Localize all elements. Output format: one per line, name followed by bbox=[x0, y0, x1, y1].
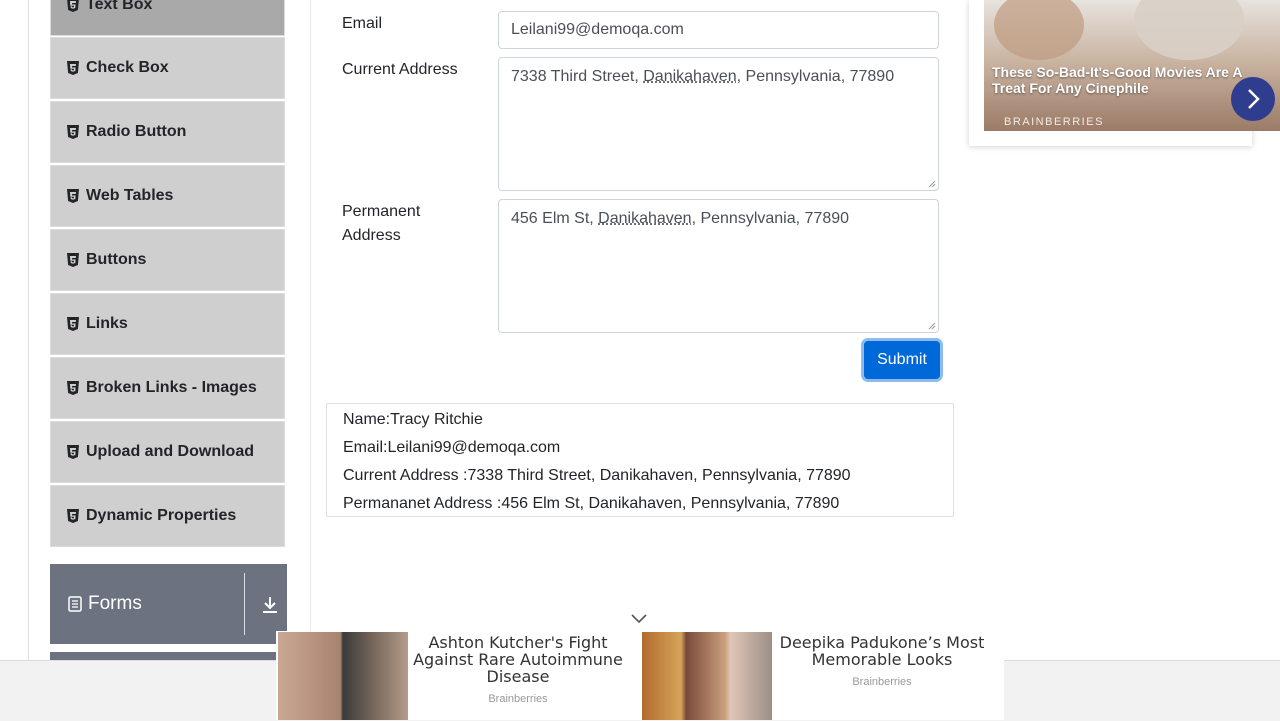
sidebar-group-forms[interactable]: Forms bbox=[50, 564, 287, 644]
email-field[interactable]: Leilani99@demoqa.com bbox=[498, 11, 939, 49]
ad-image-shape bbox=[994, 0, 1084, 60]
ad-card-title: Ashton Kutcher's Fight Against Rare Auto… bbox=[412, 634, 624, 685]
ad-card[interactable]: Ashton Kutcher's Fight Against Rare Auto… bbox=[276, 631, 640, 720]
ad-card-title: Deepika Padukone’s Most Memorable Looks bbox=[776, 634, 988, 668]
output-name: Name:Tracy Ritchie bbox=[343, 406, 953, 434]
ad-card-source: Brainberries bbox=[776, 676, 988, 688]
html5-icon bbox=[66, 381, 80, 395]
output-current-address: Current Address :7338 Third Street, Dani… bbox=[343, 462, 953, 490]
download-icon[interactable] bbox=[259, 594, 281, 616]
permanent-address-city: Danikahaven bbox=[598, 210, 691, 227]
form-icon bbox=[68, 596, 82, 612]
sidebar-item-label: Dynamic Properties bbox=[86, 507, 236, 525]
ad-card-image bbox=[642, 632, 772, 720]
sidebar-item-label: Check Box bbox=[86, 59, 169, 77]
html5-icon bbox=[66, 317, 80, 331]
sidebar-item-label: Upload and Download bbox=[86, 443, 254, 461]
current-address-field[interactable]: 7338 Third Street, Danikahaven, Pennsylv… bbox=[498, 57, 939, 191]
html5-icon bbox=[66, 253, 80, 267]
email-label: Email bbox=[342, 12, 382, 36]
sidebar-item-broken-links[interactable]: Broken Links - Images bbox=[50, 357, 285, 419]
ad-card[interactable]: Deepika Padukone’s Most Memorable Looks … bbox=[640, 631, 1004, 720]
permanent-address-field[interactable]: 456 Elm St, Danikahaven, Pennsylvania, 7… bbox=[498, 199, 939, 333]
permanent-address-text: 456 Elm St, Danikahaven, Pennsylvania, 7… bbox=[511, 210, 849, 227]
permanent-label-line: Address bbox=[342, 224, 420, 248]
sidebar-item-radio-button[interactable]: Radio Button bbox=[50, 101, 285, 163]
sidebar-item-label: Broken Links - Images bbox=[86, 379, 257, 397]
permanent-address-label: Permanent Address bbox=[342, 200, 420, 248]
left-border bbox=[28, 0, 29, 720]
resize-grip-icon[interactable] bbox=[928, 322, 936, 330]
ad-banner-bottom[interactable]: Ashton Kutcher's Fight Against Rare Auto… bbox=[276, 631, 1004, 720]
group-separator bbox=[244, 573, 245, 635]
resize-grip-icon[interactable] bbox=[928, 180, 936, 188]
chevron-down-icon[interactable] bbox=[630, 612, 648, 626]
current-address-city: Danikahaven bbox=[643, 68, 736, 85]
sidebar-item-upload-download[interactable]: Upload and Download bbox=[50, 421, 285, 483]
submit-button[interactable]: Submit bbox=[864, 341, 940, 379]
ad-banner-top[interactable]: These So-Bad-It's-Good Movies Are A Trea… bbox=[969, 0, 1252, 146]
html5-icon bbox=[66, 61, 80, 75]
html5-icon bbox=[66, 0, 80, 12]
chevron-right-icon bbox=[1245, 88, 1261, 110]
sidebar-item-links[interactable]: Links bbox=[50, 293, 285, 355]
ad-card-source: Brainberries bbox=[412, 693, 624, 705]
current-address-part: 7338 Third Street, bbox=[511, 68, 643, 85]
sidebar-item-label: Links bbox=[86, 315, 128, 333]
sidebar-item-dynamic-properties[interactable]: Dynamic Properties bbox=[50, 485, 285, 547]
ad-image-shape bbox=[1134, 0, 1244, 60]
ad-brand: BRAINBERRIES bbox=[1004, 116, 1104, 128]
ad-card-image bbox=[278, 632, 408, 720]
output-panel: Name:Tracy Ritchie Email:Leilani99@demoq… bbox=[326, 403, 954, 517]
html5-icon bbox=[66, 509, 80, 523]
sidebar-item-buttons[interactable]: Buttons bbox=[50, 229, 285, 291]
current-address-label: Current Address bbox=[342, 58, 458, 82]
sidebar-item-label: Buttons bbox=[86, 251, 146, 269]
permanent-address-part: , Pennsylvania, 77890 bbox=[692, 210, 849, 227]
output-email: Email:Leilani99@demoqa.com bbox=[343, 434, 953, 462]
html5-icon bbox=[66, 445, 80, 459]
email-field-value: Leilani99@demoqa.com bbox=[511, 21, 684, 38]
sidebar-item-label: Text Box bbox=[86, 0, 152, 14]
sidebar-item-web-tables[interactable]: Web Tables bbox=[50, 165, 285, 227]
sidebar-item-check-box[interactable]: Check Box bbox=[50, 37, 285, 99]
sidebar-item-label: Web Tables bbox=[86, 187, 173, 205]
sidebar-item-label: Radio Button bbox=[86, 123, 186, 141]
sidebar-group-label: Forms bbox=[88, 593, 142, 615]
sidebar-item-text-box[interactable]: Text Box bbox=[50, 0, 285, 36]
ad-next-button[interactable] bbox=[1231, 77, 1275, 121]
content-divider bbox=[310, 0, 311, 720]
ad-title: These So-Bad-It's-Good Movies Are A Trea… bbox=[992, 64, 1242, 96]
output-permanent-address: Permananet Address :456 Elm St, Danikaha… bbox=[343, 490, 953, 518]
current-address-text: 7338 Third Street, Danikahaven, Pennsylv… bbox=[511, 68, 894, 85]
html5-icon bbox=[66, 189, 80, 203]
permanent-address-part: 456 Elm St, bbox=[511, 210, 598, 227]
permanent-label-line: Permanent bbox=[342, 200, 420, 224]
html5-icon bbox=[66, 125, 80, 139]
current-address-part: , Pennsylvania, 77890 bbox=[737, 68, 894, 85]
